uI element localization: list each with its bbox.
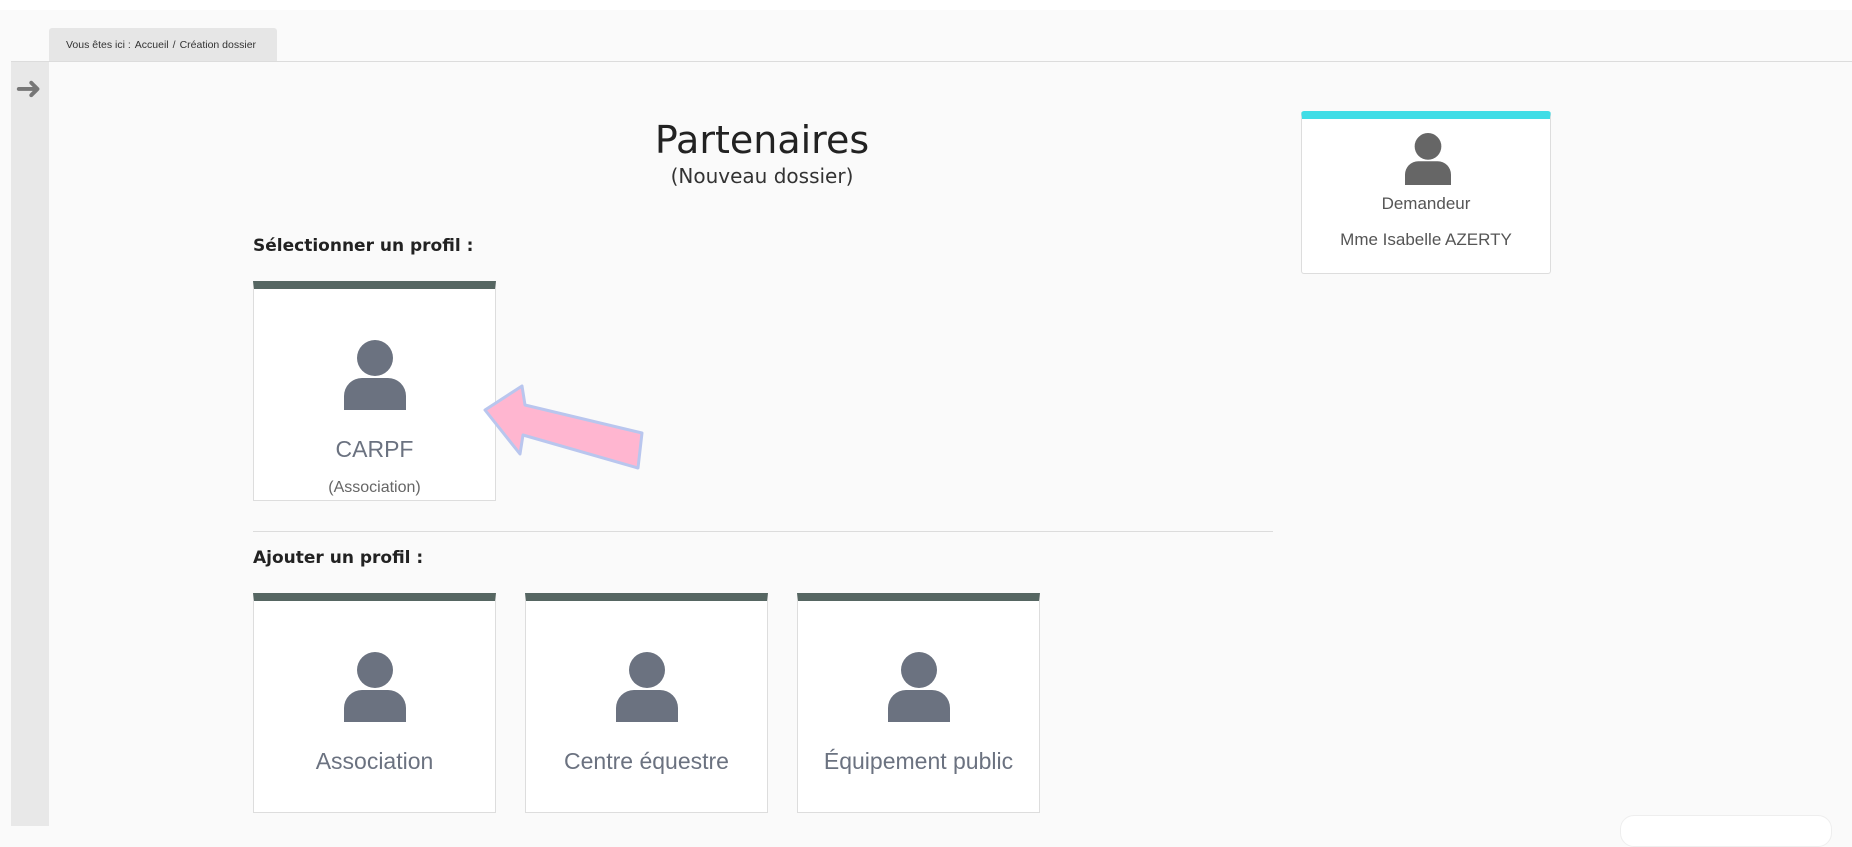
person-icon <box>615 652 678 722</box>
requester-card: Demandeur Mme Isabelle AZERTY <box>1301 111 1551 274</box>
add-profile-association[interactable]: Association <box>253 593 496 813</box>
profile-type: (Association) <box>328 479 421 496</box>
section-divider <box>253 531 1273 532</box>
profile-option-label: Association <box>315 748 434 774</box>
sidebar-collapsed: ➜ <box>11 62 49 826</box>
requester-role: Demandeur <box>1381 194 1471 213</box>
select-profile-heading: Sélectionner un profil : <box>253 236 474 256</box>
add-profile-centre-equestre[interactable]: Centre équestre <box>525 593 768 813</box>
breadcrumb: Vous êtes ici : Accueil / Création dossi… <box>49 28 278 61</box>
profile-option-label: Centre équestre <box>564 748 729 774</box>
page-subtitle: (Nouveau dossier) <box>670 164 854 188</box>
person-icon <box>343 340 406 410</box>
page-title: Partenaires <box>654 118 870 162</box>
person-icon <box>343 652 406 722</box>
arrow-right-icon[interactable]: ➜ <box>15 72 42 104</box>
corner-widget <box>1620 815 1832 847</box>
add-profile-equipement-public[interactable]: Équipement public <box>797 593 1040 813</box>
person-icon <box>887 652 950 722</box>
breadcrumb-separator: / <box>172 38 176 51</box>
add-profile-heading: Ajouter un profil : <box>253 548 424 568</box>
profile-card-carpf[interactable]: CARPF (Association) <box>253 281 496 501</box>
breadcrumb-current: Création dossier <box>179 38 257 51</box>
breadcrumb-home-link[interactable]: Accueil <box>135 39 169 51</box>
profile-option-label: Équipement public <box>823 748 1014 774</box>
profile-name: CARPF <box>335 436 414 462</box>
breadcrumb-divider <box>11 61 1852 62</box>
pointer-arrow <box>483 384 644 470</box>
top-strip <box>0 0 1852 10</box>
breadcrumb-prefix: Vous êtes ici : <box>66 38 131 51</box>
person-icon <box>1405 133 1451 185</box>
requester-name: Mme Isabelle AZERTY <box>1340 230 1512 249</box>
